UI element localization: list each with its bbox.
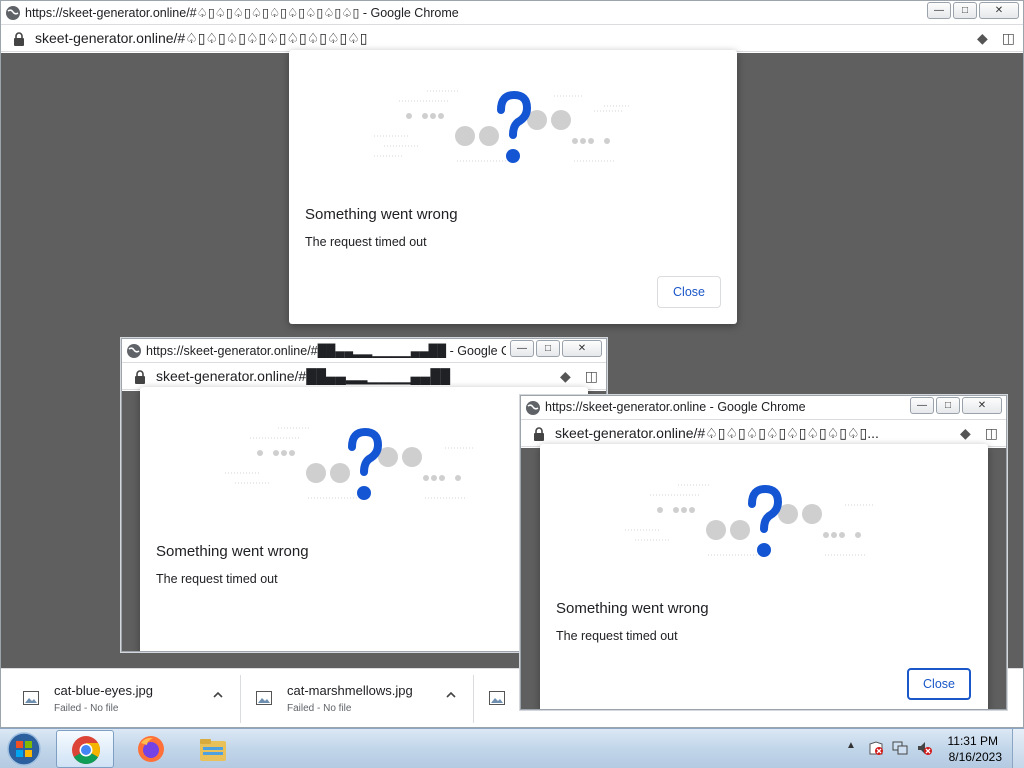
window-controls: — □ ✕ <box>927 2 1019 19</box>
reading-list-icon[interactable]: ◫ <box>985 425 998 442</box>
error-dialog: Something went wrong The request timed o… <box>540 444 988 709</box>
dialog-message: The request timed out <box>156 572 278 586</box>
chrome-icon <box>72 736 100 764</box>
reading-list-icon[interactable]: ◫ <box>585 368 598 385</box>
minimize-button[interactable]: — <box>910 397 934 414</box>
chevron-up-icon[interactable]: ▲ <box>846 740 856 751</box>
question-mark-illustration <box>374 90 629 163</box>
dialog-message: The request timed out <box>556 629 678 643</box>
url-text: skeet-generator.online/#♤▯♤▯♤▯♤▯♤▯♤▯♤▯♤▯… <box>555 425 879 441</box>
taskbar-chrome[interactable] <box>56 730 114 768</box>
window-title: https://skeet-generator.online/#♤▯♤▯♤▯♤▯… <box>25 6 459 20</box>
dialog-title: Something went wrong <box>156 543 309 560</box>
download-filename: cat-marshmellows.jpg <box>287 683 413 698</box>
chrome-window-right: https://skeet-generator.online - Google … <box>520 395 1007 710</box>
title-bar[interactable]: https://skeet-generator.online/#♤▯♤▯♤▯♤▯… <box>1 1 1023 25</box>
firefox-icon <box>138 736 164 762</box>
image-file-icon <box>489 691 505 705</box>
title-bar[interactable]: https://skeet-generator.online/#██▄▄▂▂▁▁… <box>122 339 606 363</box>
clock-date[interactable]: 8/16/2023 <box>949 750 1002 764</box>
address-bar[interactable]: skeet-generator.online/#♤▯♤▯♤▯♤▯♤▯♤▯♤▯♤▯… <box>1 26 1023 52</box>
extensions-icon[interactable]: ◆ <box>977 30 988 47</box>
lock-icon <box>135 370 145 384</box>
download-filename: cat-blue-eyes.jpg <box>54 683 153 698</box>
lock-icon <box>14 32 24 46</box>
dialog-close-button[interactable]: Close <box>907 668 971 700</box>
maximize-button[interactable]: □ <box>536 340 560 357</box>
download-item[interactable]: cat-blue-eyes.jpg Failed - No file <box>9 675 241 723</box>
minimize-button[interactable]: — <box>510 340 534 357</box>
question-mark-illustration <box>225 427 475 500</box>
clock-time[interactable]: 11:31 PM <box>948 734 998 748</box>
url-text: skeet-generator.online/#♤▯♤▯♤▯♤▯♤▯♤▯♤▯♤▯… <box>35 30 368 46</box>
dialog-message: The request timed out <box>305 235 427 249</box>
chevron-up-icon[interactable] <box>212 689 224 701</box>
error-dialog: Something went wrong The request timed o… <box>289 50 737 324</box>
address-bar-actions: ◆ ◫ <box>560 368 598 385</box>
globe-icon <box>6 6 20 20</box>
download-item[interactable]: cat-marshmellows.jpg Failed - No file <box>242 675 474 723</box>
globe-icon <box>127 344 141 358</box>
download-status: Failed - No file <box>54 703 119 714</box>
image-file-icon <box>23 691 39 705</box>
window-controls: — □ ✕ <box>910 397 1002 414</box>
network-icon[interactable] <box>892 740 908 756</box>
close-window-button[interactable]: ✕ <box>962 397 1002 414</box>
chevron-up-icon[interactable] <box>445 689 457 701</box>
question-mark-illustration <box>625 484 875 557</box>
globe-icon <box>526 401 540 415</box>
address-bar-actions: ◆ ◫ <box>977 30 1015 47</box>
window-title: https://skeet-generator.online - Google … <box>545 400 806 414</box>
window-controls: — □ ✕ <box>510 340 602 357</box>
download-status: Failed - No file <box>287 703 352 714</box>
download-item[interactable] <box>475 675 525 723</box>
system-tray: ▲ <box>840 737 940 761</box>
minimize-button[interactable]: — <box>927 2 951 19</box>
reading-list-icon[interactable]: ◫ <box>1002 30 1015 47</box>
file-explorer-icon <box>200 739 226 761</box>
maximize-button[interactable]: □ <box>953 2 977 19</box>
window-title: https://skeet-generator.online/#██▄▄▂▂▁▁… <box>146 344 506 358</box>
maximize-button[interactable]: □ <box>936 397 960 414</box>
start-button[interactable] <box>4 730 44 768</box>
extensions-icon[interactable]: ◆ <box>560 368 571 385</box>
image-file-icon <box>256 691 272 705</box>
action-center-icon[interactable] <box>868 740 884 756</box>
title-bar[interactable]: https://skeet-generator.online - Google … <box>521 396 1006 420</box>
taskbar: ▲ 11:31 PM 8/16/2023 <box>0 728 1024 768</box>
lock-icon <box>534 427 544 441</box>
address-bar-actions: ◆ ◫ <box>960 425 998 442</box>
dialog-title: Something went wrong <box>305 206 458 223</box>
close-window-button[interactable]: ✕ <box>562 340 602 357</box>
taskbar-firefox[interactable] <box>122 730 180 768</box>
url-text: skeet-generator.online/#██▄▄▂▂▁▁▁▁▄▄██ <box>156 368 451 384</box>
extensions-icon[interactable]: ◆ <box>960 425 971 442</box>
dialog-title: Something went wrong <box>556 600 709 617</box>
volume-muted-icon[interactable] <box>916 740 932 756</box>
close-window-button[interactable]: ✕ <box>979 2 1019 19</box>
taskbar-explorer[interactable] <box>184 730 242 768</box>
dialog-close-button[interactable]: Close <box>657 276 721 308</box>
show-desktop-button[interactable] <box>1012 729 1024 768</box>
